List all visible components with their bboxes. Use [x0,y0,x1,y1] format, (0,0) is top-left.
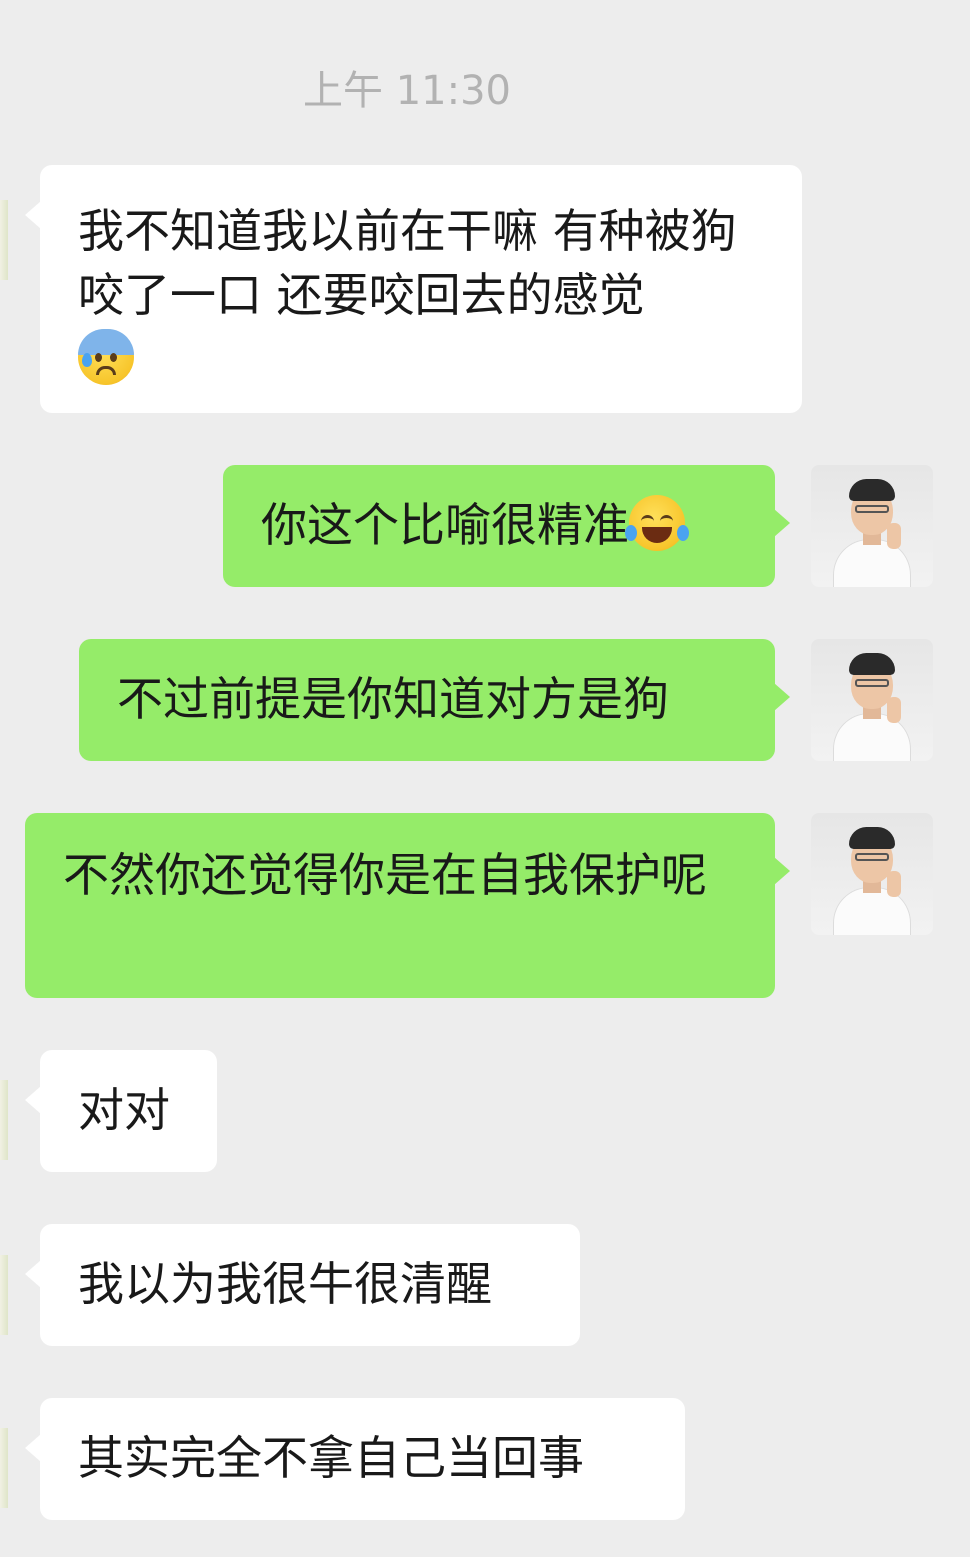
contact-avatar[interactable] [0,1428,8,1508]
face-with-tears-of-joy-icon [625,495,689,551]
message-text: 你这个比喻很精准 [261,498,629,552]
message-text: 我以为我很牛很清醒 [78,1257,492,1311]
message-bubble-outgoing[interactable]: 你这个比喻很精准 [223,465,790,587]
message-bubble-outgoing[interactable]: 不过前提是你知道对方是狗 [79,639,790,761]
message-bubble-outgoing[interactable]: 不然你还觉得你是在自我保护呢 [25,813,790,998]
message-text: 不然你还觉得你是在自我保护呢 [63,848,707,902]
contact-avatar[interactable] [0,1255,8,1335]
message-text: 对对 [78,1083,170,1137]
contact-avatar[interactable] [0,1080,8,1160]
message-bubble-incoming[interactable]: 我不知道我以前在干嘛 有种被狗咬了一口 还要咬回去的感觉 [25,165,802,413]
anxious-face-with-sweat-icon [78,329,134,385]
message-bubble-incoming[interactable]: 我以为我很牛很清醒 [25,1224,580,1346]
message-timestamp: 上午 11:30 [303,68,511,114]
message-text: 不过前提是你知道对方是狗 [117,672,669,726]
message-bubble-incoming[interactable]: 其实完全不拿自己当回事 [25,1398,685,1520]
message-text: 我不知道我以前在干嘛 有种被狗咬了一口 还要咬回去的感觉 [78,204,737,322]
user-avatar[interactable] [811,465,933,587]
user-avatar[interactable] [811,813,933,935]
user-avatar[interactable] [811,639,933,761]
contact-avatar[interactable] [0,200,8,280]
message-text: 其实完全不拿自己当回事 [78,1431,584,1485]
message-bubble-incoming[interactable]: 对对 [25,1050,217,1172]
